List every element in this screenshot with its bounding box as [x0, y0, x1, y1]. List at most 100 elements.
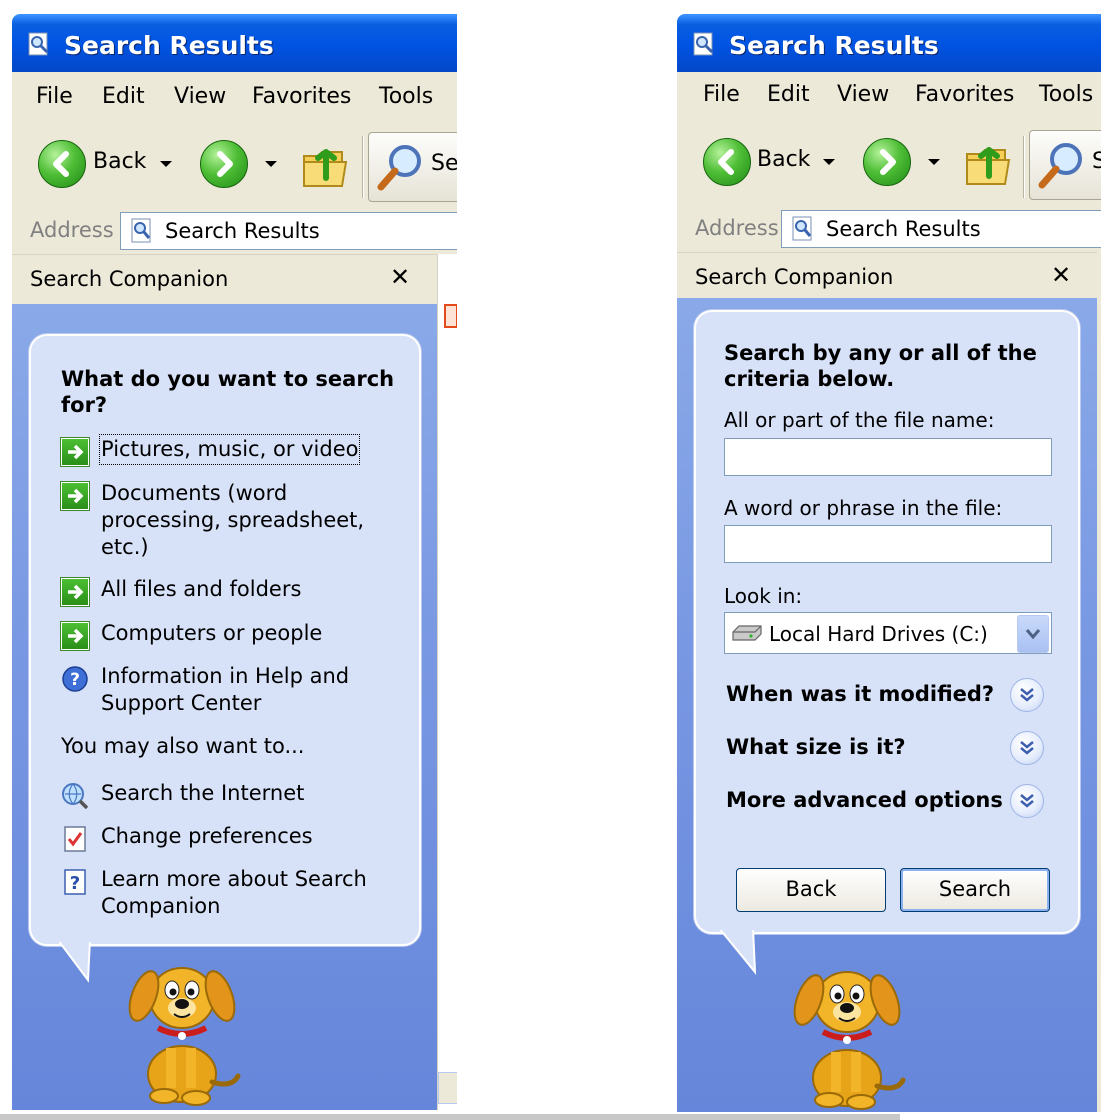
- pane-title: Search Companion: [30, 267, 229, 291]
- option-pictures-music-video[interactable]: Pictures, music, or video: [61, 434, 391, 466]
- speech-bubble: Search by any or all of the criteria bel…: [694, 310, 1080, 934]
- filename-input[interactable]: [724, 438, 1052, 476]
- section-label: What size is it?: [726, 735, 906, 759]
- address-value: Search Results: [165, 219, 320, 243]
- expand-chevron-icon[interactable]: [1010, 678, 1044, 712]
- bottom-divider: [0, 1114, 900, 1120]
- phrase-label: A word or phrase in the file:: [724, 496, 1003, 520]
- phrase-input[interactable]: [724, 525, 1052, 563]
- rover-dog-icon[interactable]: [785, 960, 915, 1110]
- back-button[interactable]: Back: [736, 868, 886, 912]
- title-bar[interactable]: Search Results: [677, 14, 1101, 72]
- pane-edge: [1097, 252, 1101, 1112]
- option-change-preferences[interactable]: Change preferences: [61, 823, 391, 853]
- option-label: Documents (word processing, spreadsheet,…: [101, 481, 365, 559]
- back-arrow-icon[interactable]: [703, 138, 751, 186]
- forward-arrow-icon[interactable]: [200, 140, 248, 188]
- title-bar[interactable]: Search Results: [12, 14, 457, 72]
- explorer-window-right: Search Results File Edit View Favorites …: [677, 14, 1101, 1112]
- rover-dog-icon[interactable]: [120, 956, 250, 1106]
- search-companion-header: Search Companion ✕: [12, 254, 437, 305]
- search-companion-pane: Search by any or all of the criteria bel…: [677, 298, 1097, 1112]
- file-icon: [444, 304, 457, 328]
- green-arrow-icon: [61, 622, 89, 650]
- close-icon[interactable]: ✕: [1051, 261, 1071, 289]
- option-help-support[interactable]: ? Information in Help and Support Center: [61, 663, 391, 719]
- pane-title: Search Companion: [695, 265, 894, 289]
- bubble-tail: [717, 928, 757, 975]
- back-label[interactable]: Back: [757, 147, 810, 172]
- search-toolbar-button[interactable]: Se: [368, 132, 457, 202]
- menu-tools[interactable]: Tools: [1039, 82, 1093, 107]
- checklist-icon: [64, 826, 86, 852]
- menu-bar: File Edit View Favorites Tools: [677, 72, 1101, 123]
- menu-edit[interactable]: Edit: [102, 84, 145, 109]
- green-arrow-icon: [61, 438, 89, 466]
- window-title: Search Results: [729, 31, 939, 60]
- hard-drive-icon: [732, 625, 762, 641]
- also-heading: You may also want to...: [61, 734, 305, 758]
- section-when-modified[interactable]: When was it modified?: [726, 678, 1056, 716]
- menu-favorites[interactable]: Favorites: [915, 82, 1014, 107]
- option-label: Information in Help and Support Center: [101, 664, 350, 715]
- menu-edit[interactable]: Edit: [767, 82, 810, 107]
- back-label[interactable]: Back: [93, 149, 146, 174]
- section-advanced-options[interactable]: More advanced options: [726, 784, 1056, 822]
- address-label: Address: [30, 218, 114, 242]
- menu-file[interactable]: File: [36, 84, 73, 109]
- search-companion-pane: What do you want to search for? Pictures…: [12, 304, 437, 1110]
- window-title: Search Results: [64, 31, 274, 60]
- search-results-icon: [792, 216, 812, 241]
- expand-chevron-icon[interactable]: [1010, 784, 1044, 818]
- menu-view[interactable]: View: [174, 84, 226, 109]
- svg-text:?: ?: [70, 873, 80, 894]
- option-computers-people[interactable]: Computers or people: [61, 620, 391, 650]
- green-arrow-icon: [61, 482, 89, 510]
- explorer-window-left: Search Results File Edit View Favorites …: [12, 14, 457, 1110]
- lookin-dropdown[interactable]: Local Hard Drives (C:): [724, 612, 1052, 654]
- speech-bubble: What do you want to search for? Pictures…: [29, 334, 421, 946]
- back-dropdown-icon[interactable]: [160, 161, 172, 167]
- section-label: More advanced options: [726, 788, 1003, 812]
- option-learn-more[interactable]: ? Learn more about Search Companion: [61, 866, 391, 922]
- address-field[interactable]: Search Results: [781, 210, 1101, 248]
- forward-dropdown-icon[interactable]: [265, 161, 277, 167]
- menu-favorites[interactable]: Favorites: [252, 84, 351, 109]
- option-search-internet[interactable]: Search the Internet: [61, 780, 391, 810]
- menu-file[interactable]: File: [703, 82, 740, 107]
- forward-dropdown-icon[interactable]: [928, 159, 940, 165]
- globe-search-icon: [62, 783, 89, 810]
- green-arrow-icon: [61, 578, 89, 606]
- search-toolbar-button[interactable]: S: [1029, 130, 1101, 200]
- folder-up-icon[interactable]: [963, 136, 1013, 188]
- toolbar: Back Se: [12, 122, 457, 209]
- search-toolbar-label: S: [1092, 149, 1101, 174]
- forward-arrow-icon[interactable]: [863, 138, 911, 186]
- dropdown-button[interactable]: [1017, 615, 1049, 653]
- option-label: Change preferences: [101, 824, 313, 848]
- search-results-icon: [693, 32, 714, 56]
- option-label: All files and folders: [101, 577, 302, 601]
- search-results-icon: [131, 218, 151, 243]
- option-documents[interactable]: Documents (word processing, spreadsheet,…: [61, 480, 391, 564]
- option-label: Search the Internet: [101, 781, 305, 805]
- magnifier-icon: [377, 145, 421, 191]
- section-what-size[interactable]: What size is it?: [726, 731, 1056, 769]
- results-pane-edge: [437, 254, 457, 1110]
- address-field[interactable]: Search Results: [120, 212, 457, 250]
- menu-view[interactable]: View: [837, 82, 889, 107]
- close-icon[interactable]: ✕: [390, 263, 410, 291]
- filename-label: All or part of the file name:: [724, 408, 995, 432]
- folder-up-icon[interactable]: [300, 138, 350, 190]
- lookin-value: Local Hard Drives (C:): [769, 622, 988, 646]
- chevron-down-icon: [1025, 629, 1041, 640]
- option-all-files-folders[interactable]: All files and folders: [61, 576, 391, 606]
- menu-tools[interactable]: Tools: [379, 84, 433, 109]
- scrollbar-button[interactable]: [438, 1072, 457, 1104]
- back-arrow-icon[interactable]: [38, 140, 86, 188]
- criteria-heading: Search by any or all of the criteria bel…: [724, 341, 1037, 391]
- option-label: Computers or people: [101, 621, 323, 645]
- expand-chevron-icon[interactable]: [1010, 731, 1044, 765]
- back-dropdown-icon[interactable]: [823, 159, 835, 165]
- search-button[interactable]: Search: [900, 868, 1050, 912]
